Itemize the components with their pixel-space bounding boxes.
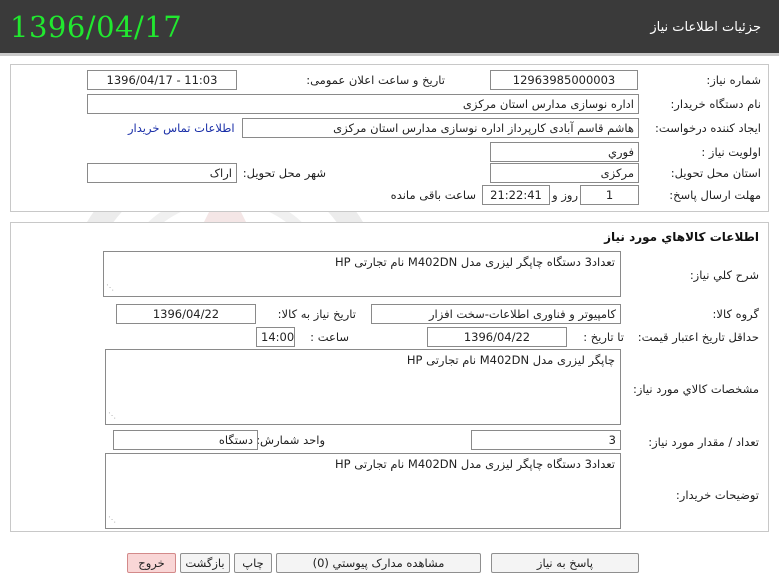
announce-datetime-field: 1396/04/17 - 11:03 bbox=[87, 70, 237, 90]
request-creator-label: ایجاد کننده درخواست: bbox=[655, 121, 761, 135]
until-date-label: تا تاریخ : bbox=[583, 330, 624, 344]
deadline-days-field: 1 bbox=[580, 185, 639, 205]
header-date: 1396/04/17 bbox=[10, 10, 183, 44]
until-date-field: 1396/04/22 bbox=[427, 327, 567, 347]
announce-datetime-label: تاریخ و ساعت اعلان عمومی: bbox=[306, 73, 445, 87]
need-date-field: 1396/04/22 bbox=[116, 304, 256, 324]
view-attachments-button[interactable]: مشاهده مدارک پیوستي (0) bbox=[276, 553, 481, 573]
delivery-province-field: مرکزی bbox=[490, 163, 639, 183]
priority-field: فوري bbox=[490, 142, 639, 162]
quantity-label: تعداد / مقدار مورد نیاز: bbox=[648, 435, 759, 449]
unit-label: واحد شمارش: bbox=[256, 433, 325, 447]
buyer-org-label: نام دستگاه خریدار: bbox=[670, 97, 761, 111]
time-field: 14:00 bbox=[256, 327, 295, 347]
goods-group-label: گروه کالا: bbox=[712, 307, 759, 321]
days-and-label: روز و bbox=[552, 188, 578, 202]
priority-label: اولویت نیاز : bbox=[701, 145, 761, 159]
general-description-text: تعداد3 دستگاه چاپگر لیزری مدل M402DN نام… bbox=[335, 255, 615, 269]
resize-grip-icon: ⋰ bbox=[108, 515, 116, 524]
print-button[interactable]: چاپ bbox=[234, 553, 272, 573]
request-creator-field: هاشم قاسم آبادی کارپرداز اداره نوسازی مد… bbox=[242, 118, 639, 138]
quantity-field: 3 bbox=[471, 430, 621, 450]
buyer-notes-label: توضیحات خریدار: bbox=[675, 488, 759, 502]
exit-button[interactable]: خروج bbox=[127, 553, 176, 573]
back-button[interactable]: بازگشت bbox=[180, 553, 230, 573]
delivery-city-label: شهر محل تحویل: bbox=[242, 166, 326, 180]
resize-grip-icon: ⋰ bbox=[106, 283, 114, 292]
goods-specs-textarea[interactable]: چاپگر لیزری مدل M402DN نام تجارتی HP ⋰ bbox=[105, 349, 621, 425]
buyer-notes-textarea[interactable]: تعداد3 دستگاه چاپگر لیزری مدل M402DN نام… bbox=[105, 453, 621, 529]
delivery-city-field: اراک bbox=[87, 163, 237, 183]
general-description-textarea[interactable]: تعداد3 دستگاه چاپگر لیزری مدل M402DN نام… bbox=[103, 251, 621, 297]
need-date-label: تاریخ نیاز به کالا: bbox=[277, 307, 356, 321]
buyer-notes-text: تعداد3 دستگاه چاپگر لیزری مدل M402DN نام… bbox=[335, 457, 615, 471]
goods-group-field: کامپیوتر و فناوری اطلاعات-سخت افزار bbox=[371, 304, 621, 324]
general-description-label: شرح کلي نیاز: bbox=[689, 268, 759, 282]
goods-specs-text: چاپگر لیزری مدل M402DN نام تجارتی HP bbox=[406, 353, 615, 367]
goods-specs-label: مشخصات کالاي مورد نیاز: bbox=[632, 382, 759, 396]
need-number-label: شماره نیاز: bbox=[706, 73, 761, 87]
min-price-validity-label: حداقل تاریخ اعتبار قیمت: bbox=[637, 330, 759, 344]
resize-grip-icon: ⋰ bbox=[108, 411, 116, 420]
goods-section-title: اطلاعات کالاهاي مورد نیاز bbox=[604, 230, 759, 244]
buyer-contact-link[interactable]: اطلاعات تماس خریدار bbox=[128, 121, 235, 135]
reply-to-need-button[interactable]: پاسخ به نیاز bbox=[491, 553, 639, 573]
page-header: 1396/04/17 جزئیات اطلاعات نیاز bbox=[0, 0, 779, 56]
need-number-field: 12963985000003 bbox=[490, 70, 638, 90]
reply-deadline-label: مهلت ارسال پاسخ: bbox=[669, 188, 761, 202]
time-label: ساعت : bbox=[310, 330, 349, 344]
page-title: جزئیات اطلاعات نیاز bbox=[650, 20, 761, 35]
deadline-time-field: 21:22:41 bbox=[482, 185, 550, 205]
buyer-org-field: اداره نوسازی مدارس استان مرکزی bbox=[87, 94, 639, 114]
hours-remaining-label: ساعت باقی مانده bbox=[390, 188, 476, 202]
delivery-province-label: استان محل تحویل: bbox=[670, 166, 761, 180]
unit-field: دستگاه bbox=[113, 430, 258, 450]
